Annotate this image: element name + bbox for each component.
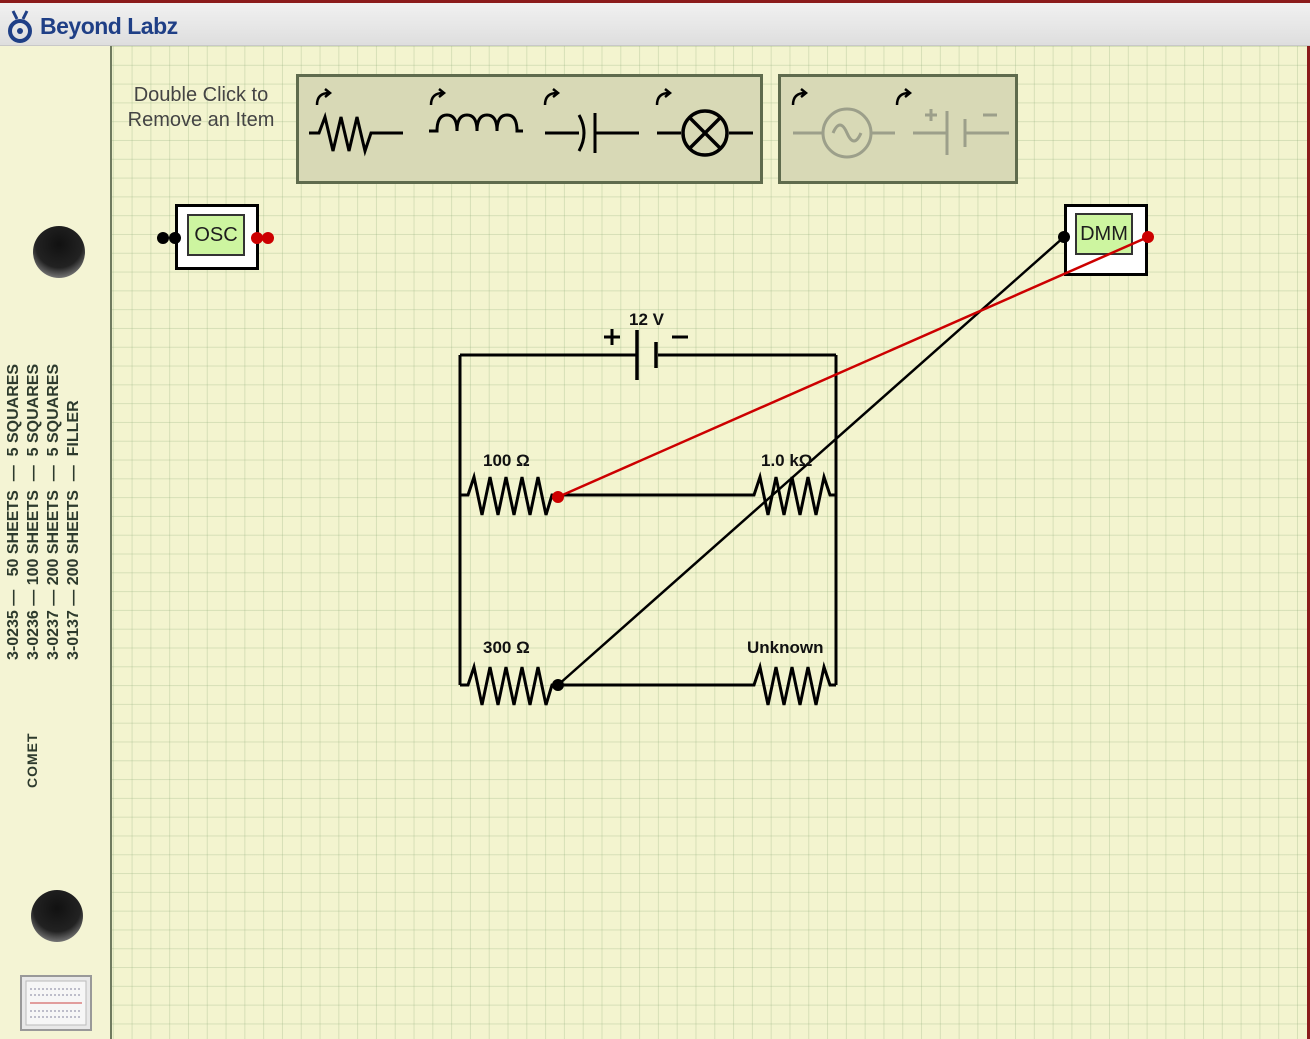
resistor-unknown-label: Unknown [747, 638, 824, 657]
dmm-black-probe[interactable] [1058, 231, 1070, 243]
circuit-wires [458, 353, 838, 687]
resistor-100-label: 100 Ω [483, 451, 530, 470]
breadboard-icon [25, 980, 87, 1026]
resistor-unknown[interactable] [748, 661, 836, 706]
resistor-300-ohm[interactable] [460, 661, 558, 706]
resistor-100-ohm[interactable] [460, 471, 558, 516]
circuit-canvas [458, 231, 1154, 706]
probe-node-black[interactable] [552, 679, 564, 691]
breadboard-thumbnail-button[interactable] [20, 975, 92, 1031]
probe-node-red[interactable] [552, 491, 564, 503]
resistor-1k-ohm[interactable] [748, 471, 836, 516]
dmm-red-lead[interactable] [557, 235, 1149, 499]
resistor-1k-label: 1.0 kΩ [761, 451, 813, 470]
resistor-300-label: 300 Ω [483, 638, 530, 657]
battery-label: 12 V [629, 310, 664, 329]
dmm-red-probe[interactable] [1142, 231, 1154, 243]
